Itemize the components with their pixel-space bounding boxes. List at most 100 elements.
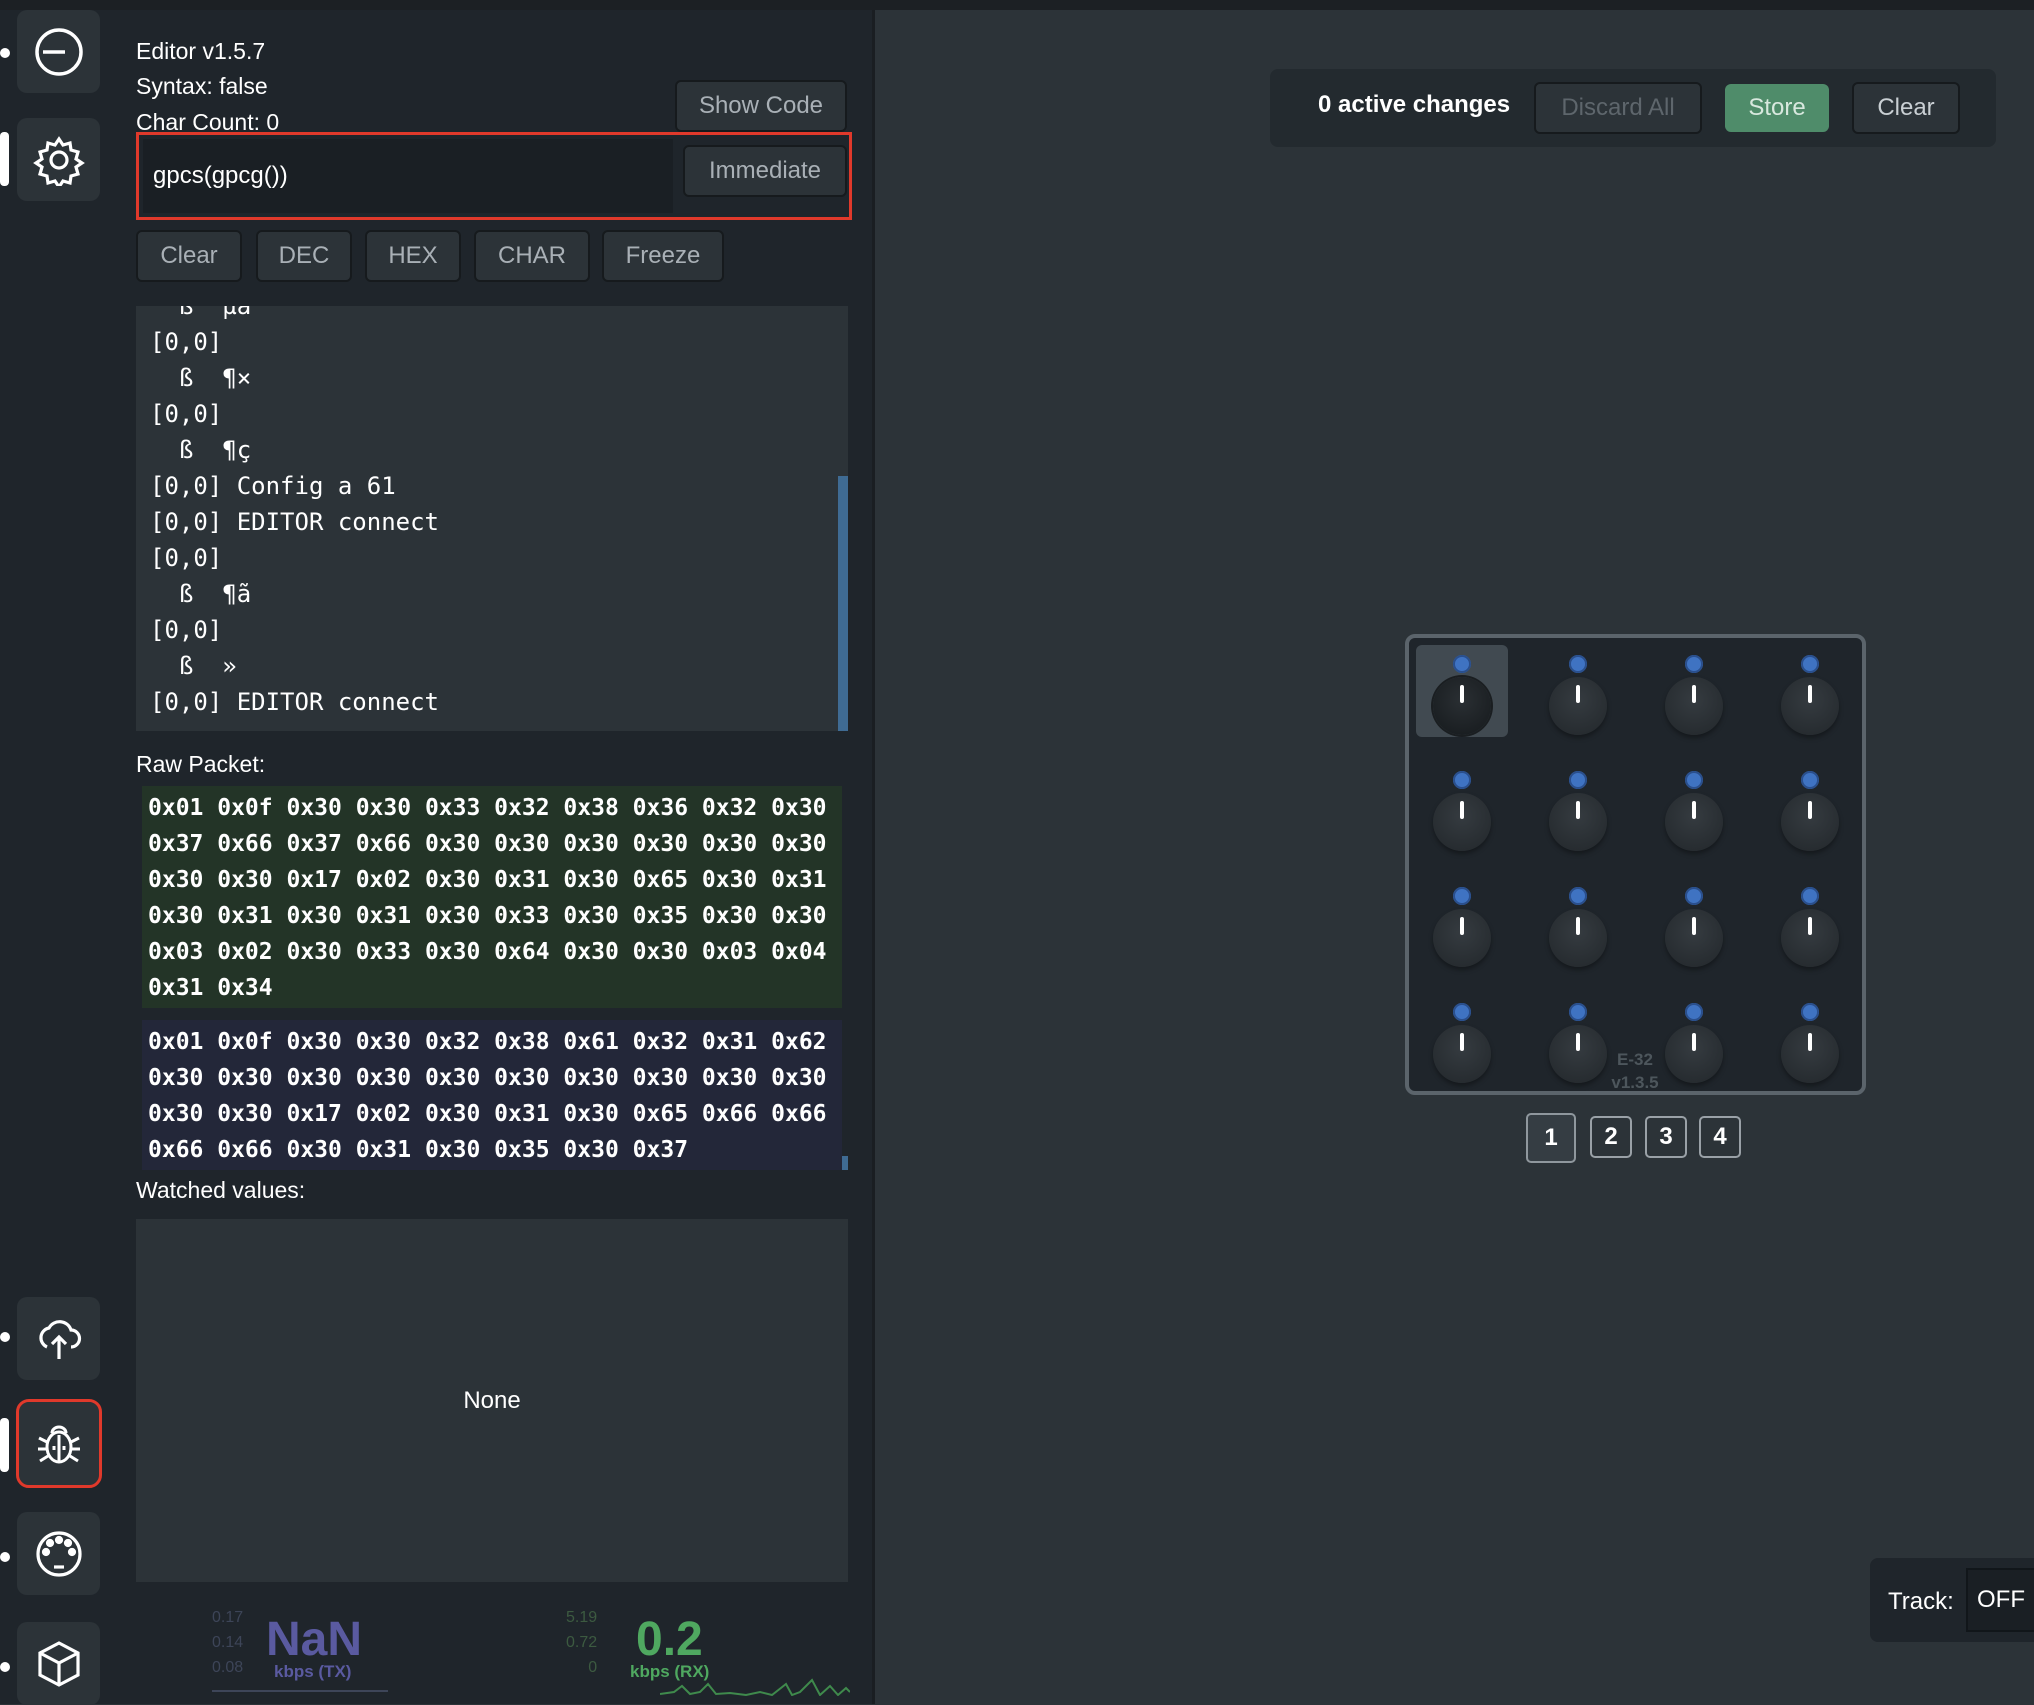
rx-tick: 5.19 [566,1609,598,1626]
packet-scrollbar[interactable] [842,1156,848,1170]
device-model: E-32 [1617,1050,1653,1069]
tx-axis-ticks: 0.17 0.14 0.08 [212,1605,243,1680]
knob-control [1549,909,1607,967]
knob-10[interactable] [1532,877,1624,969]
knob-2[interactable] [1532,645,1624,737]
console-clear-button[interactable]: Clear [136,230,242,282]
rx-rate-value: 0.2 [636,1613,703,1666]
tx-tick: 0.08 [212,1659,244,1676]
page-button-4[interactable]: 4 [1699,1116,1741,1158]
console-line: [0,0] EDITOR connect [150,508,439,536]
knob-8[interactable] [1764,761,1856,853]
syntax-status: Syntax: false [136,73,268,99]
settings-button[interactable] [17,118,100,201]
console-line: [0,0] [150,616,223,644]
device-e32-preview: E-32 v1.3.5 [1405,634,1866,1095]
console-line: [0,0] Config a 61 [150,472,396,500]
led-indicator [1685,887,1703,905]
knob-9[interactable] [1416,877,1508,969]
char-button[interactable]: CHAR [474,230,590,282]
packet-bytes: 0x01 0x0f 0x30 0x30 0x33 0x32 0x38 0x36 … [148,795,827,1001]
active-changes-count: 0 active changes [1318,91,1511,118]
raw-packet-tx: 0x01 0x0f 0x30 0x30 0x33 0x32 0x38 0x36 … [142,786,842,1008]
immediate-button[interactable]: Immediate [683,145,847,197]
tx-rate-value: NaN [266,1613,363,1666]
watched-values-box: None [136,1219,848,1582]
show-code-button[interactable]: Show Code [675,80,847,132]
indicator-dot [0,48,10,58]
led-indicator [1801,655,1819,673]
knob-11[interactable] [1648,877,1740,969]
knob-control [1665,677,1723,735]
led-indicator [1569,655,1587,673]
knob-16[interactable] [1764,993,1856,1085]
knob-control [1433,677,1491,735]
dec-button[interactable]: DEC [256,230,352,282]
page-button-2[interactable]: 2 [1590,1116,1632,1158]
exit-icon [34,27,83,76]
panel-divider[interactable] [872,10,875,1704]
cloud-upload-button[interactable] [17,1297,100,1380]
raw-packet-label: Raw Packet: [136,751,266,777]
knob-7[interactable] [1648,761,1740,853]
window-top-bar [0,0,2034,10]
knob-control [1433,909,1491,967]
raw-packet-rx[interactable]: 0x01 0x0f 0x30 0x30 0x32 0x38 0x61 0x32 … [142,1020,842,1170]
knob-3[interactable] [1648,645,1740,737]
device-label: E-32 v1.3.5 [1597,1048,1673,1094]
console-line: ß ¶ã [150,580,252,608]
track-toggle[interactable]: OFF [1966,1568,2034,1632]
store-button[interactable]: Store [1725,84,1829,132]
led-indicator [1453,1003,1471,1021]
knob-5[interactable] [1416,761,1508,853]
knob-control [1549,677,1607,735]
knob-1[interactable] [1416,645,1508,737]
watched-values-label: Watched values: [136,1177,306,1203]
icon-sidebar [0,10,112,1705]
debug-button[interactable] [16,1399,102,1488]
midi-button[interactable] [17,1512,100,1595]
console-line: ß ¶× [150,364,252,392]
packet-bytes: 0x01 0x0f 0x30 0x30 0x32 0x38 0x61 0x32 … [148,1029,827,1163]
device-firmware: v1.3.5 [1611,1073,1659,1092]
knob-control [1781,1025,1839,1083]
tx-rate-unit: kbps (TX) [274,1662,352,1681]
console-line: ß » [150,652,237,680]
console-line: ß ¶ç [150,436,252,464]
page-button-1[interactable]: 1 [1526,1113,1576,1163]
knob-control [1781,677,1839,735]
discard-all-button[interactable]: Discard All [1534,82,1702,134]
editor-version: Editor v1.5.7 [136,38,266,64]
cloud-upload-icon [38,1319,81,1359]
led-indicator [1569,771,1587,789]
console-line: ß µa [150,306,252,320]
led-indicator [1569,1003,1587,1021]
package-button[interactable] [17,1622,100,1705]
knob-13[interactable] [1416,993,1508,1085]
rx-axis-ticks: 5.19 0.72 0 [566,1605,597,1680]
console-scrollbar[interactable] [838,476,848,731]
hex-button[interactable]: HEX [365,230,461,282]
knob-control [1665,793,1723,851]
led-indicator [1453,655,1471,673]
knob-control [1433,1025,1491,1083]
logout-button[interactable] [17,10,100,93]
knob-6[interactable] [1532,761,1624,853]
led-indicator [1453,771,1471,789]
tx-tick: 0.14 [212,1634,244,1651]
code-input[interactable] [143,139,673,213]
midi-port-icon [35,1530,82,1577]
knob-12[interactable] [1764,877,1856,969]
led-indicator [1801,887,1819,905]
led-indicator [1569,887,1587,905]
console-log[interactable]: ß µa [0,0] ß ¶× [0,0] ß ¶ç [0,0] Config … [136,306,848,731]
console-line: [0,0] [150,400,223,428]
led-indicator [1685,655,1703,673]
page-button-3[interactable]: 3 [1645,1116,1687,1158]
knob-4[interactable] [1764,645,1856,737]
freeze-button[interactable]: Freeze [602,230,724,282]
knob-control [1549,793,1607,851]
watched-value: None [463,1386,521,1414]
code-input-group: Immediate [136,132,852,220]
clear-changes-button[interactable]: Clear [1852,82,1960,134]
